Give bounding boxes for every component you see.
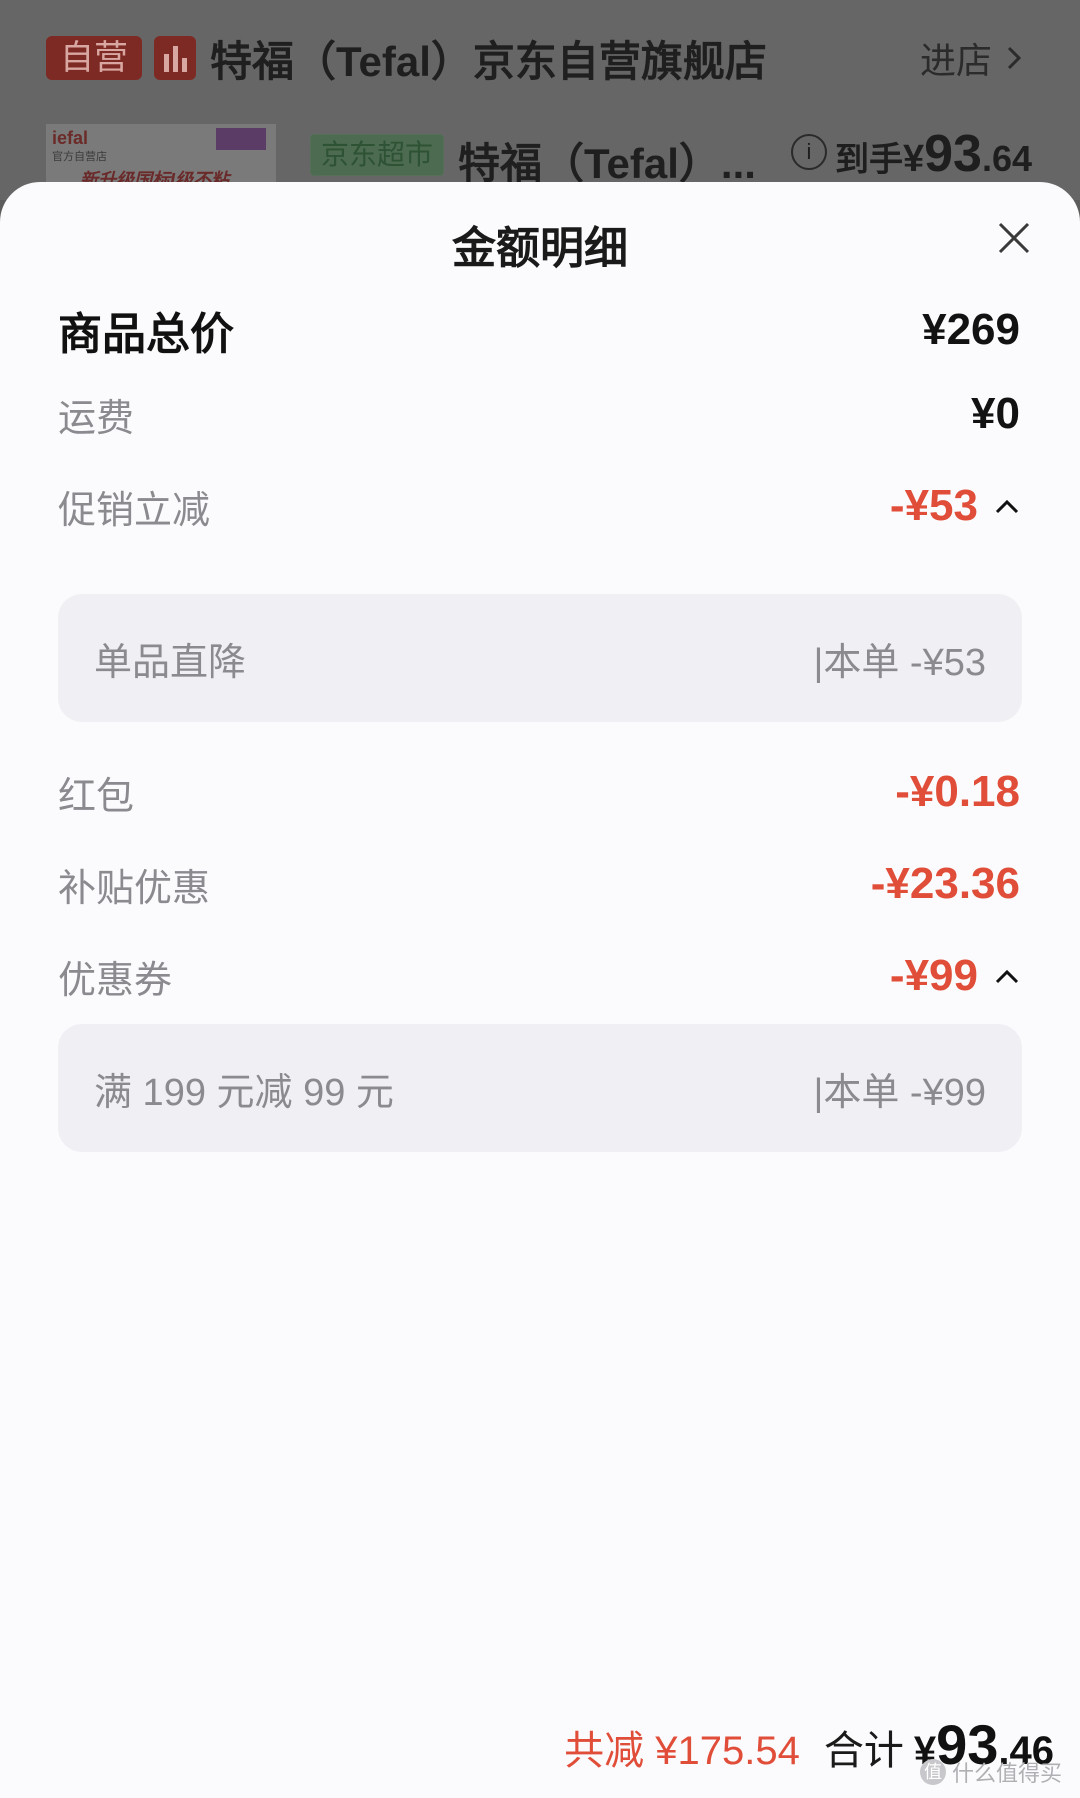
chevron-right-icon — [1007, 46, 1022, 70]
background-page: 自营 特福（Tefal）京东自营旗舰店 进店 iefal 官方自营店 新升级国标… — [0, 0, 1080, 200]
red-packet-label: 红包 — [58, 775, 135, 818]
coupon-value: -¥99 — [889, 951, 978, 1000]
coupon-value-wrap: -¥99 — [890, 951, 1020, 1001]
price-currency: ¥ — [902, 138, 925, 180]
row-promo-discount[interactable]: 促销立减 -¥53 — [58, 470, 1020, 542]
product-price: i 到手 ¥ 93 .64 — [790, 124, 1032, 183]
product-row[interactable]: iefal 官方自营店 新升级国标I级不粘 京东超市 特福（Tefal）... … — [46, 124, 1032, 187]
watermark-logo-icon: 值 — [919, 1759, 946, 1785]
close-icon[interactable] — [992, 216, 1036, 260]
coupon-label: 优惠券 — [58, 959, 173, 1002]
thumbnail-brand: iefal — [52, 128, 89, 148]
row-coupon[interactable]: 优惠券 -¥99 — [58, 940, 1020, 1012]
flag-icon — [216, 128, 266, 150]
total-price-value: ¥269 — [922, 305, 1020, 354]
enter-shop-button[interactable]: 进店 — [920, 30, 1022, 86]
enter-shop-label: 进店 — [919, 40, 992, 81]
row-total-price: 商品总价 ¥269 — [58, 290, 1020, 370]
total-saved: 共减 ¥175.54 — [564, 1729, 800, 1773]
shipping-label: 运费 — [58, 397, 135, 440]
total-price-label: 商品总价 — [58, 310, 234, 359]
amount-detail-sheet: 金额明细 商品总价 ¥269 运费 ¥0 促销立减 -¥53 单品直降 |本单 … — [0, 182, 1080, 1798]
promo-detail-box: 单品直降 |本单 -¥53 — [58, 594, 1022, 722]
shop-row[interactable]: 自营 特福（Tefal）京东自营旗舰店 进店 — [46, 30, 1040, 86]
grand-total-label: 合计 — [823, 1729, 904, 1773]
row-subsidy: 补贴优惠 -¥23.36 — [58, 848, 1020, 920]
price-decimal: .64 — [981, 138, 1032, 179]
promo-detail-label: 单品直降 — [94, 641, 247, 684]
shipping-value: ¥0 — [971, 389, 1020, 438]
promo-discount-label: 促销立减 — [58, 489, 211, 532]
sheet-title: 金额明细 — [452, 224, 628, 273]
self-operated-badge: 自营 — [46, 36, 142, 80]
subsidy-label: 补贴优惠 — [58, 867, 211, 910]
chevron-up-icon[interactable] — [994, 497, 1020, 515]
coupon-detail-label: 满 199 元减 99 元 — [94, 1071, 394, 1114]
row-shipping: 运费 ¥0 — [58, 378, 1020, 450]
coupon-detail-box: 满 199 元减 99 元 |本单 -¥99 — [58, 1024, 1022, 1152]
watermark: 值 什么值得买 — [919, 1756, 1062, 1788]
price-label: 到手 — [834, 141, 903, 179]
promo-detail-value: |本单 -¥53 — [813, 641, 987, 684]
thumbnail-brand-sub: 官方自营店 — [52, 151, 107, 163]
chevron-up-icon[interactable] — [994, 967, 1020, 985]
supermarket-tag: 京东超市 — [310, 134, 445, 176]
promo-discount-value: -¥53 — [889, 481, 978, 530]
shop-logo-icon — [154, 36, 196, 80]
watermark-text: 什么值得买 — [951, 1761, 1062, 1786]
price-integer: 93 — [924, 125, 982, 183]
row-red-packet: 红包 -¥0.18 — [58, 756, 1020, 828]
info-icon[interactable]: i — [790, 134, 827, 170]
promo-discount-value-wrap: -¥53 — [890, 481, 1020, 531]
coupon-detail-value: |本单 -¥99 — [813, 1071, 987, 1114]
red-packet-value: -¥0.18 — [895, 767, 1020, 816]
subsidy-value: -¥23.36 — [870, 859, 1020, 908]
shop-name: 特福（Tefal）京东自营旗舰店 — [210, 37, 767, 85]
product-thumbnail: iefal 官方自营店 新升级国标I级不粘 — [46, 124, 276, 186]
